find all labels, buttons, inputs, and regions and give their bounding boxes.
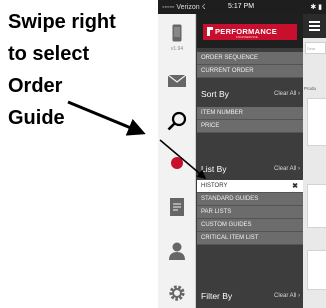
list-by-header: List By Clear All › [197, 157, 303, 181]
phone-icon [172, 24, 182, 42]
menu-item-order-sequence[interactable]: ORDER SEQUENCE [197, 52, 303, 65]
clock: 5:17 PM [228, 3, 255, 10]
logo-mark-icon [207, 27, 213, 36]
products-label: Produ [304, 86, 317, 91]
app-version: v1.94 [170, 46, 184, 52]
rail-search[interactable] [158, 106, 196, 136]
menu-item-critical-item-list[interactable]: CRITICAL ITEM LIST [197, 232, 303, 245]
rail-messages[interactable] [158, 66, 196, 96]
close-icon[interactable]: ✖ [292, 180, 298, 193]
slide-out-menu: PERFORMANCE FOODSERVICE ORDER SEQUENCE C… [197, 14, 303, 308]
instruction-line-1: Swipe right [8, 11, 116, 33]
search-input[interactable]: Sear [305, 42, 326, 54]
menu-item-standard-guides[interactable]: STANDARD GUIDES [197, 193, 303, 206]
menu-item-custom-guides[interactable]: CUSTOM GUIDES [197, 219, 303, 232]
brand-logo-subtext: FOODSERVICE [236, 35, 258, 39]
battery-icon: ✱ ▮ [310, 4, 322, 11]
sort-by-label: Sort By [201, 89, 229, 99]
menu-item-item-number[interactable]: ITEM NUMBER [197, 107, 303, 120]
product-card[interactable] [307, 250, 326, 290]
document-icon [170, 198, 184, 216]
carrier-label: ◦◦◦◦◦ Verizon ☇ [162, 4, 206, 11]
rail-settings[interactable] [158, 278, 196, 308]
instruction-line-2: to select [8, 43, 90, 65]
rail-orders[interactable] [158, 192, 196, 222]
hamburger-menu-button[interactable] [303, 14, 326, 38]
phone-screen: ◦◦◦◦◦ Verizon ☇ 5:17 PM ✱ ▮ v1.94 PERFOR… [158, 0, 326, 308]
status-bar: ◦◦◦◦◦ Verizon ☇ 5:17 PM ✱ ▮ [158, 0, 326, 14]
instruction-callout: Swipe right to select Order Guide [8, 6, 158, 134]
menu-item-price[interactable]: PRICE [197, 120, 303, 133]
product-card[interactable] [307, 98, 326, 146]
rail-cart[interactable] [158, 148, 196, 178]
brand-header: PERFORMANCE FOODSERVICE [197, 14, 303, 48]
menu-item-par-lists[interactable]: PAR LISTS [197, 206, 303, 219]
rail-device[interactable] [158, 18, 196, 48]
gear-icon [169, 285, 185, 301]
menu-item-history-label: HISTORY [201, 183, 228, 189]
brand-logo: PERFORMANCE FOODSERVICE [203, 24, 297, 40]
main-content-peek: Sear Produ [303, 14, 326, 308]
menu-item-current-order[interactable]: CURRENT ORDER [197, 65, 303, 78]
search-icon [167, 111, 187, 131]
user-icon [169, 242, 185, 260]
filter-by-label: Filter By [201, 291, 233, 301]
icon-rail: v1.94 [158, 14, 196, 308]
instruction-line-3: Order [8, 75, 63, 97]
sort-by-clear-all[interactable]: Clear All › [274, 82, 300, 106]
rail-account[interactable] [158, 236, 196, 266]
filter-by-clear-all[interactable]: Clear All › [274, 284, 300, 308]
hamburger-bar [309, 29, 320, 31]
product-card[interactable] [307, 184, 326, 228]
hamburger-bar [309, 25, 320, 27]
notification-badge-icon [171, 157, 183, 169]
envelope-icon [168, 75, 186, 87]
sort-by-header: Sort By Clear All › [197, 82, 303, 106]
list-by-clear-all[interactable]: Clear All › [274, 157, 300, 181]
menu-item-history[interactable]: HISTORY ✖ [197, 180, 303, 193]
list-by-label: List By [201, 164, 227, 174]
instruction-line-4: Guide [8, 107, 65, 129]
filter-by-header: Filter By Clear All › [197, 284, 303, 308]
hamburger-bar [309, 21, 320, 23]
